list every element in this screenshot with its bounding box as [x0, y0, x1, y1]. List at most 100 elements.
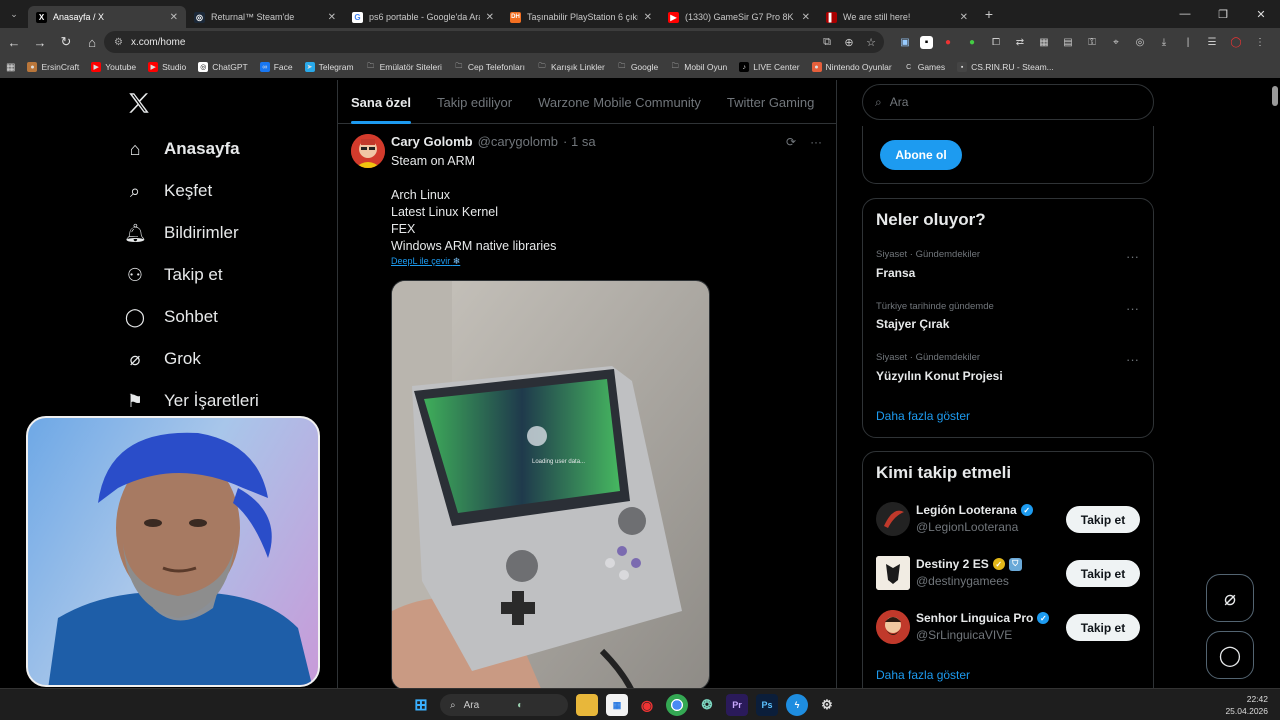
tab-community-warzone[interactable]: Warzone Mobile Community — [525, 80, 714, 124]
minimize-button[interactable]: — — [1166, 0, 1204, 28]
key-icon[interactable]: ⚿ — [1083, 33, 1101, 51]
tab-search-dropdown[interactable]: ⌄ — [0, 0, 28, 28]
browser-tab[interactable]: ◎ Returnal™ Steam'de ✕ — [186, 6, 344, 28]
download-icon[interactable]: ⤓ — [1155, 33, 1173, 51]
close-window-button[interactable]: ✕ — [1242, 0, 1280, 28]
bookmark-item[interactable]: 🗀 Karışık Linkler — [537, 62, 604, 72]
suggested-user-name[interactable]: Senhor Linguica Pro ✓ — [916, 611, 1050, 625]
grid-icon[interactable]: ▦ — [1035, 33, 1053, 51]
close-tab-icon[interactable]: ✕ — [644, 12, 652, 23]
avatar[interactable] — [876, 556, 910, 590]
bookmark-item[interactable]: 🗀 Emülatör Siteleri — [366, 62, 442, 72]
avatar[interactable] — [876, 610, 910, 644]
bookmark-item[interactable]: ∞ Face — [259, 62, 293, 72]
close-tab-icon[interactable]: ✕ — [960, 12, 968, 23]
tab-for-you[interactable]: Sana özel — [338, 80, 424, 124]
follow-button[interactable]: Takip et — [1066, 614, 1140, 641]
nav-item-bookmark[interactable]: ⚑ Yer İşaretleri — [124, 382, 259, 420]
trend-item[interactable]: Fransa — [876, 266, 915, 280]
puzzle-icon[interactable]: ⧠ — [987, 33, 1005, 51]
bookmark-item[interactable]: ▶ Youtube — [91, 62, 136, 72]
bookmark-star-icon[interactable]: ☆ — [864, 36, 878, 49]
page-scrollbar[interactable] — [1270, 80, 1280, 688]
menu-icon[interactable]: ⋮ — [1251, 33, 1269, 51]
bookmark-item[interactable]: ▪ CS.RIN.RU - Steam... — [957, 62, 1054, 72]
home-button[interactable]: ⌂ — [80, 30, 104, 54]
grok-floating-button[interactable]: ⌀ — [1206, 574, 1254, 622]
chrome-icon[interactable] — [666, 694, 688, 716]
forward-button[interactable]: → — [28, 30, 52, 54]
avatar[interactable] — [876, 502, 910, 536]
back-button[interactable]: ← — [2, 30, 26, 54]
browser-tab[interactable]: Gps6 portable - Google'da Ara ✕ — [344, 6, 502, 28]
system-clock[interactable]: 22:42 25.04.2026 — [1225, 693, 1268, 717]
zoom-icon[interactable]: ⊕ — [842, 36, 856, 49]
bookmark-item[interactable]: 🗀 Mobil Oyun — [670, 62, 728, 72]
bookmark-item[interactable]: ▶ Studio — [148, 62, 186, 72]
nav-item-home[interactable]: ⌂ Anasayfa — [124, 130, 240, 168]
translate-link[interactable]: DeepL ile çevir ❄ — [391, 256, 460, 267]
bookmark-item[interactable]: 🗀 Google — [617, 62, 658, 72]
tab-following[interactable]: Takip ediliyor — [424, 80, 525, 124]
profile-icon[interactable]: ◯ — [1227, 33, 1245, 51]
taskbar-search[interactable]: ⌕ Ara ◐ — [440, 694, 568, 716]
more-options-icon[interactable]: ··· — [810, 135, 822, 149]
x-logo-icon[interactable] — [126, 90, 154, 118]
browser-tab[interactable]: ▌ We are still here! ✕ — [818, 6, 976, 28]
who-to-follow-show-more-link[interactable]: Daha fazla göster — [876, 668, 970, 682]
bookmark-item[interactable]: ♪ LIVE Center — [739, 62, 800, 72]
nav-item-bell[interactable]: 🔔︎ Bildirimler — [124, 214, 239, 252]
windows-start-icon[interactable]: ⊞ — [410, 694, 432, 716]
install-app-icon[interactable]: ⧉ — [820, 36, 834, 49]
more-options-icon[interactable]: ··· — [1126, 352, 1139, 367]
bookmark-item[interactable]: ● Nintendo Oyunlar — [811, 62, 892, 72]
close-tab-icon[interactable]: ✕ — [328, 12, 336, 23]
nav-item-search[interactable]: ⌕ Keşfet — [124, 172, 212, 210]
bookmark-item[interactable]: ◎ ChatGPT — [198, 62, 248, 72]
grid-icon[interactable]: ▤ — [1059, 33, 1077, 51]
extension-icon[interactable]: ● — [963, 33, 981, 51]
more-options-icon[interactable]: ··· — [1126, 249, 1139, 264]
nav-item-chat[interactable]: ◯ Sohbet — [124, 298, 218, 336]
close-tab-icon[interactable]: ✕ — [486, 12, 494, 23]
close-tab-icon[interactable]: ✕ — [170, 12, 178, 23]
search-input[interactable]: ⌕ Ara — [862, 84, 1154, 120]
browser-tab[interactable]: X Anasayfa / X ✕ — [28, 6, 186, 28]
apps-icon[interactable]: ▦ — [6, 62, 15, 73]
scrollbar-thumb[interactable] — [1272, 86, 1278, 106]
nav-item-grok[interactable]: ⌀ Grok — [124, 340, 201, 378]
tweet-author-name[interactable]: Cary Golomb — [391, 134, 473, 149]
record-icon[interactable]: ◉ — [636, 694, 658, 716]
file-explorer-icon[interactable] — [576, 694, 598, 716]
location-icon[interactable]: ⌖ — [1107, 33, 1125, 51]
screenshot-icon[interactable]: ◎ — [1131, 33, 1149, 51]
suggested-user-handle[interactable]: @LegionLooterana — [916, 520, 1018, 534]
nav-item-add-user[interactable]: ⚇ Takip et — [124, 256, 223, 294]
browser-tab[interactable]: ▶ (1330) GameSir G7 Pro 8K PC X ✕ — [660, 6, 818, 28]
maximize-button[interactable]: ❐ — [1204, 0, 1242, 28]
messages-floating-button[interactable]: ◯ — [1206, 631, 1254, 679]
bookmark-item[interactable]: C Games — [904, 62, 945, 72]
new-tab-button[interactable]: + — [976, 6, 1002, 22]
tweet-author-handle[interactable]: @carygolomb — [478, 134, 558, 149]
close-tab-icon[interactable]: ✕ — [802, 12, 810, 23]
translate-icon[interactable]: ⇄ — [1011, 33, 1029, 51]
suggested-user-name[interactable]: Destiny 2 ES ✓ ⛉ — [916, 557, 1022, 571]
address-bar[interactable]: ⚙ x.com/home — [104, 31, 884, 53]
avatar[interactable] — [351, 134, 385, 168]
tweet-media-image[interactable]: Loading user data... — [391, 280, 710, 688]
trend-item[interactable]: Stajyer Çırak — [876, 317, 949, 331]
subscribe-button[interactable]: Abone ol — [880, 140, 962, 170]
site-info-icon[interactable]: ⚙ — [114, 37, 123, 48]
photoshop-icon[interactable]: Ps — [756, 694, 778, 716]
follow-button[interactable]: Takip et — [1066, 506, 1140, 533]
tweet-time[interactable]: · 1 sa — [563, 134, 596, 149]
playlist-icon[interactable]: ☰ — [1203, 33, 1221, 51]
premiere-icon[interactable]: Pr — [726, 694, 748, 716]
bookmark-item[interactable]: 🗀 Cep Telefonları — [454, 62, 525, 72]
bookmark-item[interactable]: ● ErsinCraft — [27, 62, 79, 72]
extension-icon[interactable]: ▪ — [920, 35, 933, 49]
grok-icon[interactable]: ⟳ — [786, 135, 796, 149]
app-icon[interactable]: ❂ — [696, 694, 718, 716]
store-icon[interactable]: ▦ — [606, 694, 628, 716]
